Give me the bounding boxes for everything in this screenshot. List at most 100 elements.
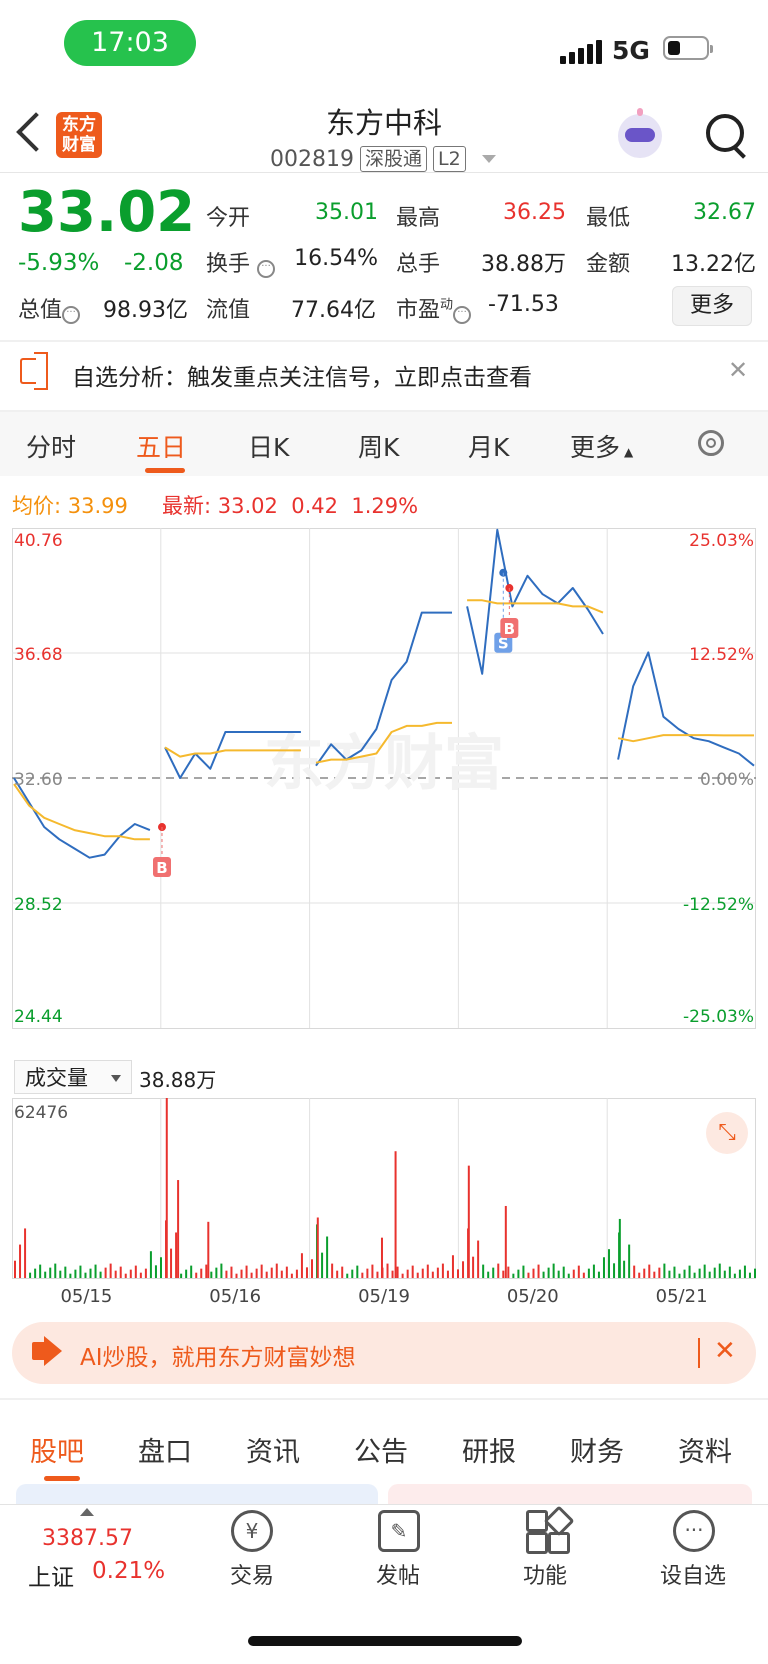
volume-bar [177,1180,180,1278]
volume-bar [250,1272,253,1278]
volume-bar [64,1266,67,1278]
index-name[interactable]: 上证 [28,1558,74,1592]
volume-bar [688,1265,691,1278]
volume-bar [718,1263,721,1278]
volume-chart[interactable]: 62476 [12,1098,756,1280]
more-quote-button[interactable]: 更多 [672,286,752,326]
volume-bar [19,1244,22,1278]
more-dots-icon[interactable]: ··· [673,1510,715,1552]
y-tick-label: 28.52 [14,895,63,915]
info-dots-icon[interactable]: ··· [257,260,276,278]
tab-intraday[interactable]: 分时 [26,428,76,464]
info-dots-icon[interactable]: ··· [453,306,472,324]
search-icon[interactable] [706,114,744,152]
amount-label: 金额 [586,252,631,277]
volume-bar [351,1269,354,1278]
volume-bar [285,1266,288,1278]
index-percent[interactable]: 0.21% [92,1558,165,1584]
active-tab-indicator [44,1476,80,1481]
analysis-banner-text[interactable]: 自选分析：触发重点关注信号，立即点击查看 [72,358,532,392]
date-axis: 05/15 05/16 05/19 05/20 05/21 [60,1286,707,1307]
y-tick-label: 32.60 [14,770,63,790]
tab-weekly-k[interactable]: 周K [358,428,399,464]
volume-bar [456,1269,459,1278]
tab-news[interactable]: 资讯 [246,1430,300,1469]
info-dots-icon[interactable]: ··· [62,306,81,324]
trade-label[interactable]: 交易 [202,1558,302,1590]
tab-financials[interactable]: 财务 [570,1430,624,1469]
expand-icon[interactable]: ⤡ [706,1112,748,1154]
volume-bar [492,1267,495,1278]
close-icon[interactable]: ✕ [714,1336,736,1366]
edit-icon[interactable]: ✎ [378,1510,420,1552]
volume-bar [386,1263,389,1278]
turnover-value: 16.54% [294,246,378,271]
volume-bar [119,1266,122,1278]
open-label: 今开 [206,206,251,231]
high-value: 36.25 [503,200,566,225]
price-chart[interactable]: 东方财富 40.76 36.68 32.60 28.52 24.44 25.03% 12.52… [12,528,756,1058]
forum-card[interactable] [388,1484,752,1504]
back-icon[interactable] [16,112,56,152]
volume-bar [331,1263,334,1278]
avg-line-segment [617,734,754,743]
volume-indicator-select[interactable]: 成交量 [14,1060,132,1094]
tab-research[interactable]: 研报 [462,1430,516,1469]
volume-bar [668,1270,671,1278]
volume-bar [99,1271,102,1278]
volume-bar [577,1265,580,1278]
date-label: 05/16 [209,1286,261,1307]
close-icon[interactable]: ✕ [728,356,748,384]
volume-bar [235,1273,238,1278]
trade-icon[interactable]: ¥ [231,1510,273,1552]
volume-bar [361,1272,364,1278]
volume-bar [653,1271,656,1278]
volume-bar [547,1267,550,1278]
volume-bar [205,1264,208,1278]
volume-bar [144,1268,147,1278]
watchlist-label[interactable]: 设自选 [643,1558,743,1590]
chevron-down-icon [481,155,496,163]
tab-order-book[interactable]: 盘口 [138,1430,192,1469]
trade-marker-label: B [156,859,167,877]
index-value[interactable]: 3387.57 [42,1526,133,1551]
volume-bar [562,1266,565,1278]
date-label: 05/15 [60,1286,112,1307]
volume-bar [587,1268,590,1278]
tab-forum[interactable]: 股吧 [30,1430,84,1469]
ai-banner-text[interactable]: AI炒股，就用东方财富妙想 [80,1338,356,1372]
chevron-up-icon[interactable] [80,1508,94,1516]
assistant-robot-icon[interactable] [618,108,662,158]
volume-bar [210,1271,213,1278]
tab-more[interactable]: 更多 ▲ [570,428,633,464]
volume-bar [165,1098,168,1278]
volume-frame [12,1098,756,1279]
tab-monthly-k[interactable]: 月K [468,428,509,464]
y-tick-label: 40.76 [14,531,63,551]
volume-bar [326,1236,329,1278]
post-label[interactable]: 发帖 [348,1558,448,1590]
y-tick-label: 24.44 [14,1007,63,1027]
volume-bar [371,1264,374,1278]
volume-bar [84,1272,87,1278]
network-label: 5G [612,36,650,65]
volume-bar [270,1267,273,1278]
tab-announcements[interactable]: 公告 [354,1430,408,1469]
brand-logo[interactable]: 东方 财富 [56,112,102,158]
tab-daily-k[interactable]: 日K [248,428,289,464]
volume-bar [300,1253,303,1278]
tab-profile[interactable]: 资料 [678,1430,732,1469]
volume-bar [79,1265,82,1278]
last-price: 33.02 [18,180,196,245]
volume-bar [552,1263,555,1278]
functions-label[interactable]: 功能 [495,1558,595,1590]
volume-bar [336,1270,339,1278]
volume-bar [89,1268,92,1278]
volume-bar [658,1267,661,1278]
volume-bar [240,1269,243,1278]
tab-five-day[interactable]: 五日 [136,428,186,464]
forum-card[interactable] [16,1484,378,1504]
volume-bar [633,1265,636,1278]
grid-icon[interactable] [526,1505,575,1554]
stock-code-line[interactable]: 002819 深股通 L2 [270,146,496,172]
